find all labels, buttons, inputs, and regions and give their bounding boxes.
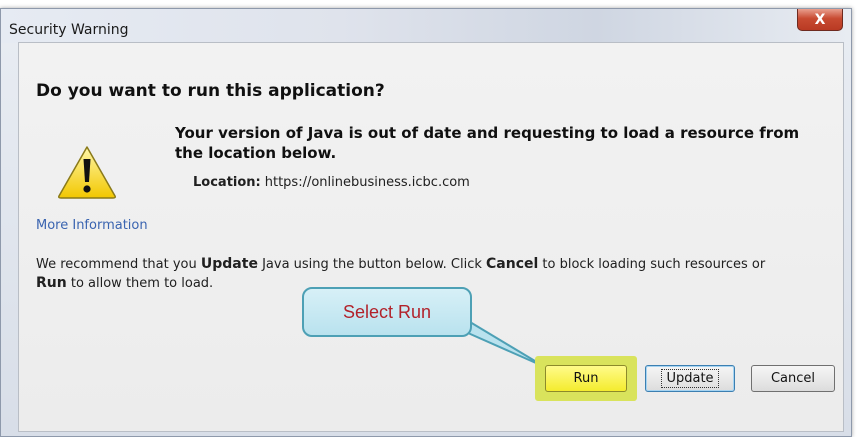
update-button-label: Update	[661, 369, 719, 388]
run-button-label: Run	[573, 371, 599, 386]
recommend-text-2: Java using the button below. Click	[257, 257, 487, 272]
callout-text: Select Run	[342, 301, 432, 322]
recommend-update-word: Update	[200, 256, 258, 272]
update-button[interactable]: Update	[645, 365, 735, 392]
title-bar: Security Warning X	[1, 9, 851, 43]
close-button[interactable]: X	[797, 9, 843, 31]
recommend-text-4: to allow them to load.	[66, 276, 214, 291]
location-value: https://onlinebusiness.icbc.com	[264, 175, 470, 190]
select-run-callout: Select Run	[302, 287, 472, 337]
location-label: Location:	[193, 175, 261, 190]
recommend-run-word: Run	[36, 275, 67, 291]
warning-triangle-icon	[58, 146, 116, 199]
recommend-cancel-word: Cancel	[486, 256, 539, 272]
recommend-text-3: to block loading such resources or	[538, 257, 766, 272]
run-button[interactable]: Run	[545, 365, 627, 392]
recommend-text-1: We recommend that you	[36, 257, 201, 272]
more-information-link[interactable]: More Information	[36, 218, 148, 233]
warning-message: Your version of Java is out of date and …	[175, 124, 800, 162]
cancel-button[interactable]: Cancel	[751, 365, 835, 392]
close-icon: X	[814, 11, 826, 28]
cancel-button-label: Cancel	[770, 371, 816, 386]
dialog-heading: Do you want to run this application?	[36, 81, 385, 101]
location-line: Location: https://onlinebusiness.icbc.com	[193, 175, 470, 190]
window-title: Security Warning	[9, 22, 129, 38]
